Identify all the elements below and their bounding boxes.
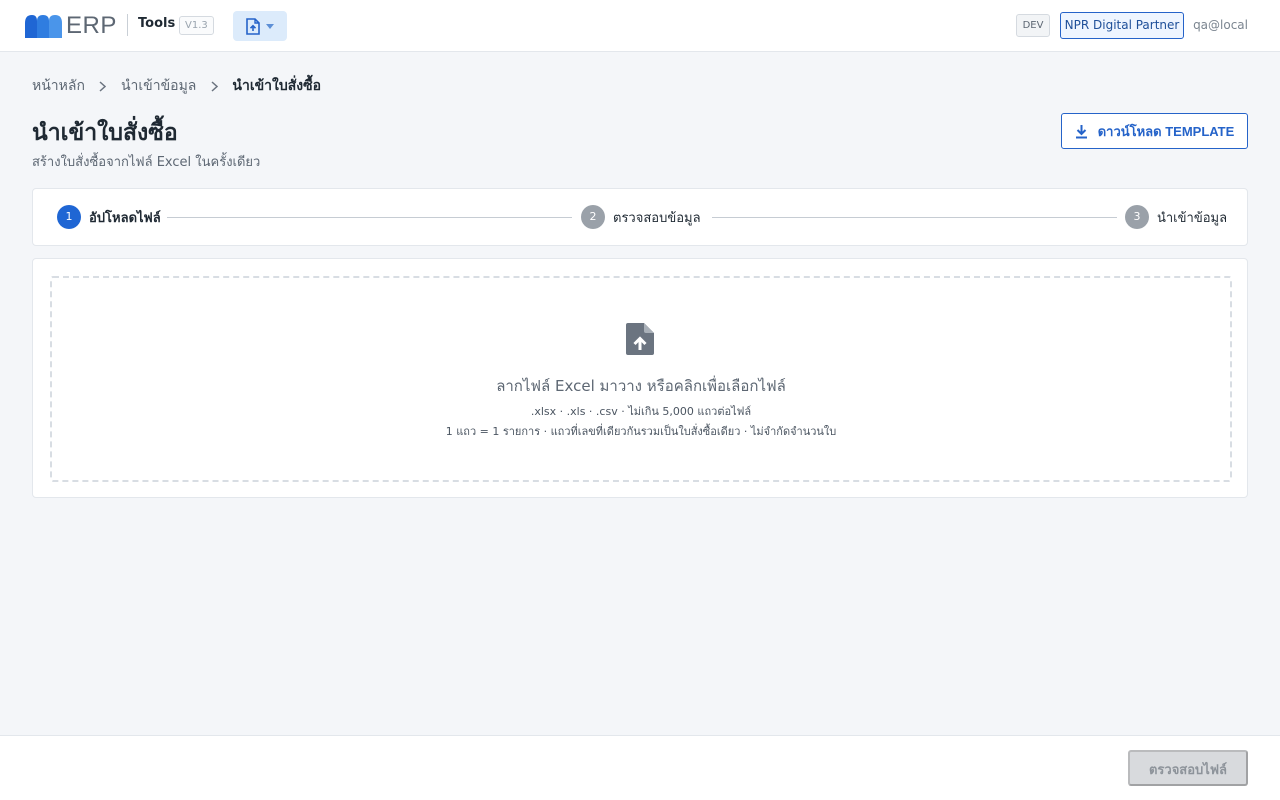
breadcrumb-current: นำเข้าใบสั่งซื้อ [232, 78, 322, 94]
step-connector [712, 217, 1117, 218]
page-subtitle: สร้างใบสั่งซื้อจากไฟล์ Excel ในครั้งเดีย… [32, 155, 261, 170]
chevron-right-icon [196, 80, 232, 92]
import-stepper: 1 อัปโหลดไฟล์ 2 ตรวจสอบข้อมูล 3 นำเข้าข้… [32, 188, 1248, 246]
step-number: 2 [581, 205, 605, 229]
dropzone-rules-hint: 1 แถว = 1 รายการ · แถวที่เลขที่เดียวกันร… [445, 425, 837, 438]
step-label: ตรวจสอบข้อมูล [613, 210, 701, 226]
step-number: 3 [1125, 205, 1149, 229]
partner-button[interactable]: NPR Digital Partner [1060, 12, 1184, 39]
dropzone-title: ลากไฟล์ Excel มาวาง หรือคลิกเพื่อเลือกไฟ… [496, 377, 786, 395]
version-badge: V1.3 [179, 16, 214, 35]
top-bar: ERP Tools V1.3 DEV NPR Digital Partner q… [0, 0, 1280, 52]
step-verify: 2 ตรวจสอบข้อมูล [581, 205, 701, 229]
download-template-label: ดาวน์โหลด TEMPLATE [1097, 123, 1235, 139]
chevron-right-icon [85, 80, 121, 92]
file-upload-icon [246, 17, 260, 35]
check-file-button[interactable]: ตรวจสอบไฟล์ [1128, 750, 1248, 786]
step-label: อัปโหลดไฟล์ [89, 210, 161, 226]
file-dropzone[interactable]: ลากไฟล์ Excel มาวาง หรือคลิกเพื่อเลือกไฟ… [50, 276, 1232, 482]
step-number: 1 [57, 205, 81, 229]
step-import: 3 นำเข้าข้อมูล [1125, 205, 1227, 229]
step-connector [167, 217, 572, 218]
module-menu-button[interactable] [233, 11, 287, 41]
download-icon [1075, 124, 1087, 138]
step-label: นำเข้าข้อมูล [1157, 210, 1228, 226]
breadcrumb-home[interactable]: หน้าหลัก [32, 75, 85, 97]
step-upload: 1 อัปโหลดไฟล์ [57, 205, 161, 229]
download-template-button[interactable]: ดาวน์โหลด TEMPLATE [1061, 113, 1248, 149]
environment-badge: DEV [1016, 14, 1050, 37]
header-divider [127, 14, 128, 36]
logo-mark-icon [25, 15, 62, 38]
action-footer: ตรวจสอบไฟล์ [0, 735, 1280, 800]
dropzone-format-hint: .xlsx · .xls · .csv · ไม่เกิน 5,000 แถวต… [530, 405, 752, 418]
app-logo[interactable]: ERP [25, 13, 117, 38]
file-upload-icon [626, 323, 654, 355]
caret-down-icon [266, 23, 274, 29]
breadcrumb-data-import[interactable]: นำเข้าข้อมูล [121, 75, 196, 97]
page-title: นำเข้าใบสั่งซื้อ [32, 120, 178, 146]
breadcrumb: หน้าหลัก นำเข้าข้อมูล นำเข้าใบสั่งซื้อ [32, 75, 321, 97]
current-user[interactable]: qa@local [1193, 18, 1248, 32]
upload-card: ลากไฟล์ Excel มาวาง หรือคลิกเพื่อเลือกไฟ… [32, 258, 1248, 498]
app-name: Tools [138, 16, 176, 31]
logo-text: ERP [66, 12, 117, 39]
